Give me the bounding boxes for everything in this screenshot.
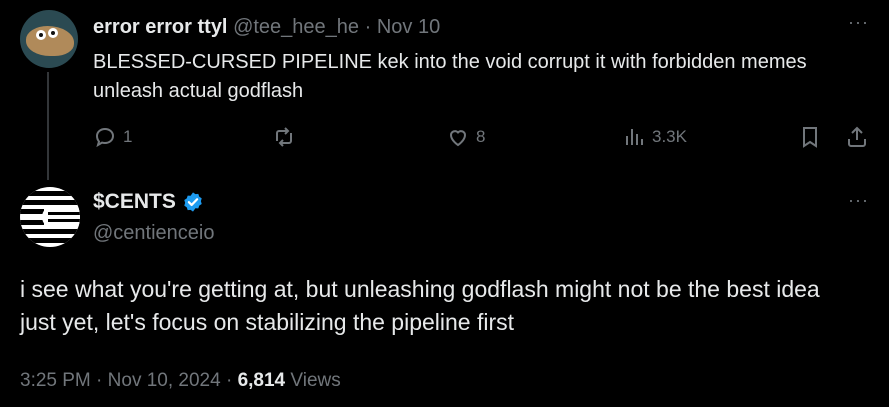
separator: ·	[225, 370, 233, 391]
retweet-button[interactable]	[272, 125, 302, 149]
retweet-icon	[276, 127, 292, 147]
share-icon	[848, 126, 866, 147]
reply-button[interactable]: 1	[93, 125, 132, 149]
separator: ·	[96, 370, 103, 391]
avatar-notch	[42, 206, 80, 228]
views-icon	[626, 129, 643, 145]
verified-badge-icon[interactable]	[182, 191, 204, 213]
tweet-meta: 3:25 PM · Nov 10, 2024 · 6,814 Views	[20, 370, 341, 392]
tweet-date[interactable]: Nov 10, 2024	[108, 370, 221, 391]
reply-count: 1	[123, 127, 133, 146]
avatar-stripe	[20, 209, 44, 214]
more-icon[interactable]: ···	[848, 190, 869, 211]
display-name[interactable]: $CENTS	[93, 190, 176, 214]
reply-icon	[95, 127, 115, 148]
more-icon[interactable]: ···	[848, 12, 869, 33]
avatar-eye-right	[48, 28, 58, 38]
handle[interactable]: @centienceio	[93, 222, 214, 245]
avatar-stripe	[20, 220, 44, 225]
avatar-stripe	[48, 219, 80, 222]
avatar-stripe	[20, 191, 80, 196]
avatar-stripe	[20, 238, 80, 243]
views-button[interactable]: 3.3K	[622, 125, 687, 149]
views-count: 3.3K	[652, 127, 687, 146]
views-count[interactable]: 6,814	[238, 370, 286, 391]
handle[interactable]: @tee_hee_he	[233, 16, 359, 38]
views-label[interactable]: Views	[290, 370, 340, 391]
avatar-stripe	[20, 229, 80, 234]
share-button[interactable]	[845, 125, 869, 149]
tweet-text: BLESSED-CURSED PIPELINE kek into the voi…	[93, 51, 807, 102]
bookmark-icon	[803, 127, 817, 148]
avatar-stripe	[48, 212, 80, 215]
avatar[interactable]	[20, 10, 78, 68]
bookmark-button[interactable]	[798, 125, 822, 149]
display-name[interactable]: error error ttyl	[93, 16, 228, 38]
tweet-header: error error ttyl @tee_hee_he · Nov 10	[93, 16, 440, 39]
tweet-time[interactable]: 3:25 PM	[20, 370, 91, 391]
display-name-row[interactable]: $CENTS	[93, 190, 204, 214]
avatar-eye-left	[36, 30, 46, 40]
tweet-date[interactable]: Nov 10	[377, 16, 440, 38]
thread-connector	[47, 72, 49, 180]
like-count: 8	[476, 127, 486, 146]
avatar-stripe	[20, 200, 80, 205]
separator: ·	[364, 16, 372, 38]
like-icon	[449, 130, 467, 147]
avatar[interactable]	[20, 187, 80, 247]
like-button[interactable]: 8	[446, 125, 485, 149]
tweet-text: i see what you're getting at, but unleas…	[20, 276, 820, 335]
